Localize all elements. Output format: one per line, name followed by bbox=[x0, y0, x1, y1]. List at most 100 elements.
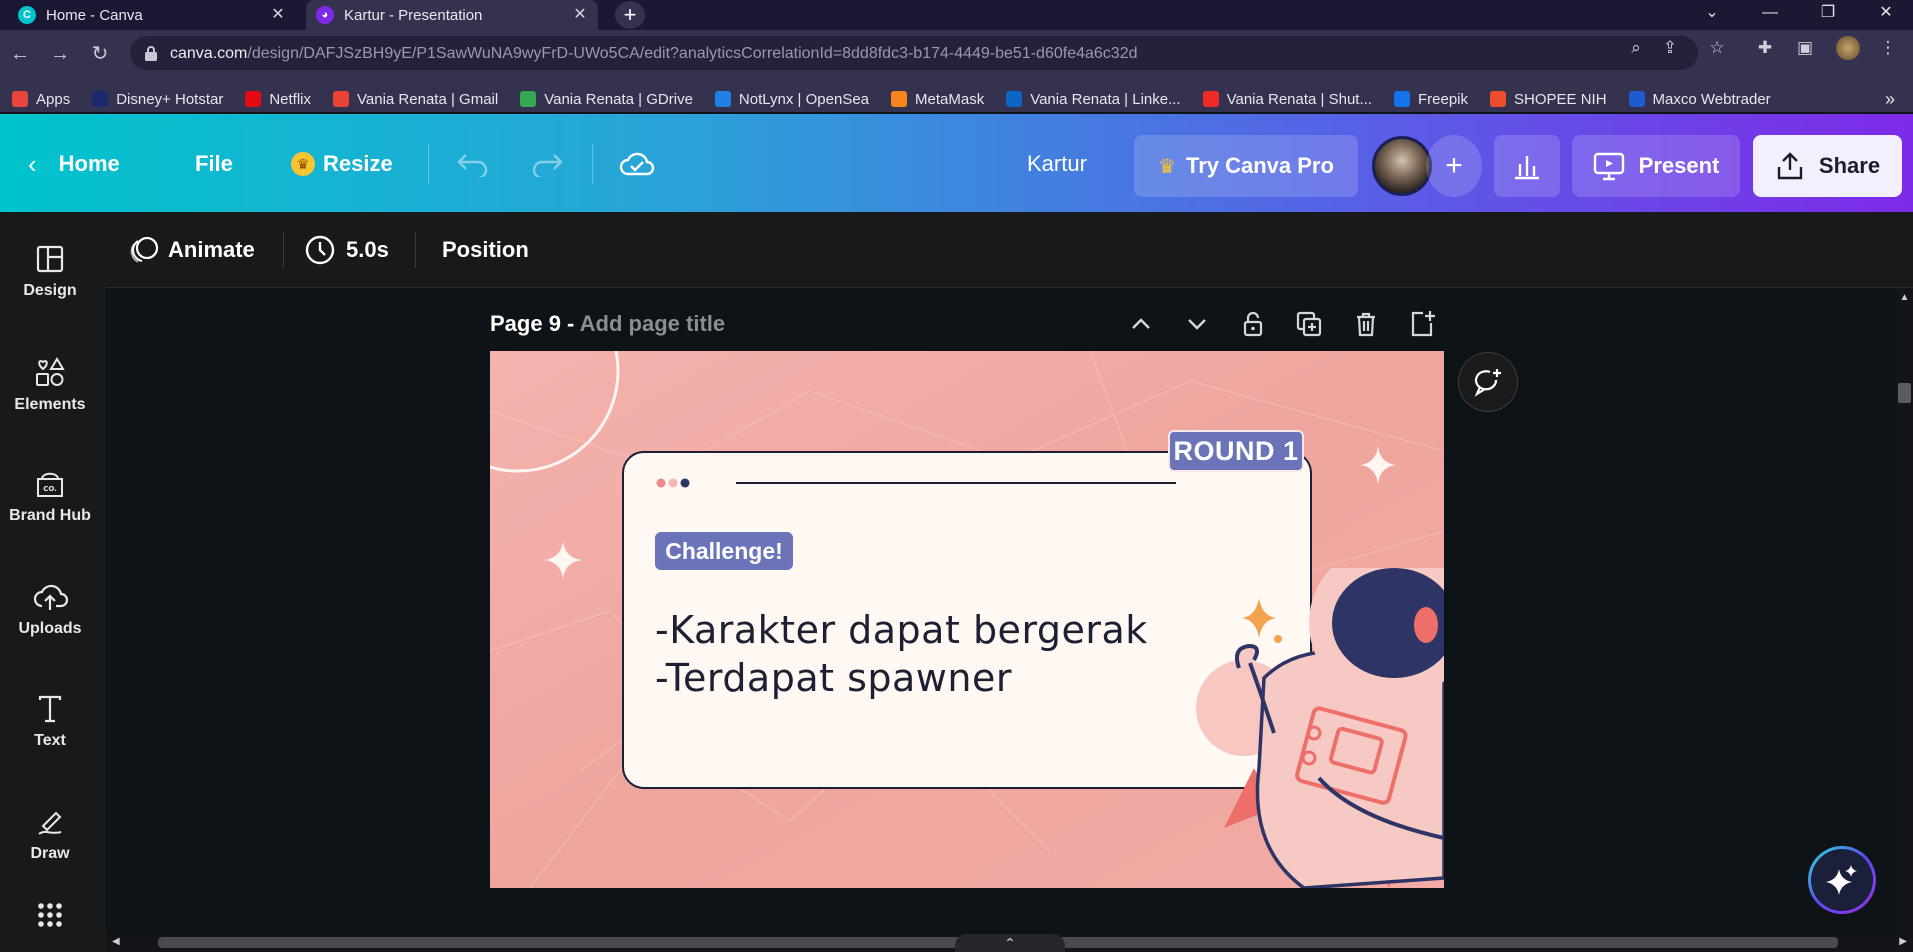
sidebar-item-label: Elements bbox=[14, 396, 86, 413]
bookmark-item[interactable]: Netflix bbox=[245, 91, 311, 108]
divider bbox=[283, 232, 284, 268]
resize-button[interactable]: ♛ Resize bbox=[291, 142, 393, 186]
challenge-line: -Karakter dapat bergerak bbox=[655, 608, 1148, 652]
presentation-favicon-icon: ◕ bbox=[316, 6, 334, 24]
more-bookmarks-icon[interactable]: » bbox=[1885, 86, 1895, 112]
page-panel-toggle[interactable]: ⌃ bbox=[955, 934, 1065, 952]
card-divider-line bbox=[736, 482, 1176, 484]
scroll-up-arrow-icon[interactable]: ▲ bbox=[1896, 292, 1913, 303]
bookmark-favicon-icon bbox=[1490, 91, 1507, 107]
bookmark-label: Netflix bbox=[269, 90, 312, 108]
bookmark-item[interactable]: Vania Renata | Linke... bbox=[1006, 91, 1181, 108]
bookmark-item[interactable]: Freepik bbox=[1393, 91, 1468, 108]
duplicate-page-icon[interactable] bbox=[1294, 309, 1324, 339]
bookmark-item[interactable]: SHOPEE NIH bbox=[1490, 91, 1607, 108]
round-badge[interactable]: ROUND 1 bbox=[1168, 430, 1304, 472]
window-dots-icon bbox=[656, 478, 690, 488]
close-window-button[interactable]: ✕ bbox=[1864, 0, 1908, 28]
try-canva-pro-button[interactable]: ♛ Try Canva Pro bbox=[1134, 135, 1358, 197]
bookmark-favicon-icon bbox=[333, 91, 350, 107]
sidebar-item-text[interactable]: Text bbox=[0, 682, 100, 762]
home-button[interactable]: ‹ Home bbox=[28, 142, 120, 186]
save-status-button[interactable] bbox=[619, 142, 655, 186]
tab-kartur-presentation[interactable]: ◕ Kartur - Presentation ✕ bbox=[306, 0, 598, 30]
slide-canvas[interactable]: ROUND 1 Challenge! -Karakter dapat berge… bbox=[490, 351, 1444, 888]
back-arrow-icon[interactable]: ← bbox=[8, 42, 32, 66]
bookmark-item[interactable]: MetaMask bbox=[891, 91, 984, 108]
sidebar-item-brand-hub[interactable]: CO. Brand Hub bbox=[0, 457, 100, 537]
file-menu-button[interactable]: File bbox=[195, 142, 233, 186]
minimize-button[interactable]: — bbox=[1748, 0, 1792, 28]
scroll-right-arrow-icon[interactable]: ▶ bbox=[1899, 936, 1907, 947]
bookmark-item[interactable]: NotLynx | OpenSea bbox=[714, 90, 870, 108]
bookmark-item[interactable]: Vania Renata | Shut... bbox=[1202, 91, 1372, 108]
insights-button[interactable] bbox=[1494, 135, 1560, 197]
sidebar-item-draw[interactable]: Draw bbox=[0, 795, 100, 875]
user-avatar[interactable] bbox=[1372, 136, 1432, 196]
url-domain: canva.com bbox=[170, 45, 248, 62]
challenge-badge[interactable]: Challenge! bbox=[655, 532, 793, 570]
magic-assistant-button[interactable] bbox=[1808, 846, 1876, 914]
apps-grid-icon bbox=[12, 91, 28, 107]
share-page-icon[interactable]: ⇪ bbox=[1660, 38, 1680, 58]
divider bbox=[415, 232, 416, 268]
restore-button[interactable]: ❐ bbox=[1806, 0, 1850, 28]
page-title[interactable]: Page 9 - Add page title bbox=[490, 311, 725, 337]
reload-icon[interactable]: ↻ bbox=[88, 42, 112, 66]
animate-label: Animate bbox=[168, 237, 255, 262]
bookmark-favicon-icon bbox=[1628, 91, 1645, 107]
url-field[interactable]: canva.com/design/DAFJSzBH9yE/P1SawWuNA9w… bbox=[130, 36, 1698, 70]
chevron-up-icon: ⌃ bbox=[1004, 935, 1016, 951]
profile-avatar[interactable] bbox=[1836, 36, 1860, 60]
trash-icon[interactable] bbox=[1351, 309, 1381, 339]
bookmark-item[interactable]: Vania Renata | Gmail bbox=[333, 91, 498, 108]
sidebar-item-design[interactable]: Design bbox=[0, 232, 100, 312]
vertical-scroll-thumb[interactable] bbox=[1898, 383, 1911, 403]
redo-button[interactable] bbox=[530, 142, 564, 186]
chevron-left-icon: ‹ bbox=[28, 148, 37, 179]
tab-home-canva[interactable]: C Home - Canva ✕ bbox=[8, 0, 296, 30]
bookmark-item[interactable]: Vania Renata | GDrive bbox=[520, 91, 693, 108]
sidebar-item-apps[interactable] bbox=[0, 902, 100, 952]
browser-menu-icon[interactable]: ⋮ bbox=[1878, 38, 1898, 58]
add-page-icon[interactable] bbox=[1407, 309, 1437, 339]
layout-icon bbox=[36, 245, 64, 273]
bookmark-favicon-icon bbox=[1393, 91, 1410, 107]
bookmark-item[interactable]: Apps bbox=[12, 91, 70, 108]
challenge-text[interactable]: -Karakter dapat bergerak -Terdapat spawn… bbox=[655, 606, 1148, 702]
bookmark-item[interactable]: Maxco Webtrader bbox=[1628, 91, 1771, 108]
sidebar-item-elements[interactable]: Elements bbox=[0, 345, 100, 425]
bookmark-star-icon[interactable]: ☆ bbox=[1707, 38, 1727, 58]
lock-open-icon[interactable] bbox=[1238, 309, 1268, 339]
sidebar-item-label: Uploads bbox=[18, 620, 82, 637]
sidebar-item-label: Draw bbox=[30, 845, 70, 862]
position-button[interactable]: Position bbox=[442, 232, 529, 268]
extensions-puzzle-icon[interactable]: ✚ bbox=[1755, 38, 1775, 58]
animate-button[interactable]: Animate bbox=[128, 232, 255, 268]
challenge-line: -Terdapat spawner bbox=[655, 656, 1012, 700]
svg-text:CO.: CO. bbox=[43, 485, 57, 493]
add-collaborator-button[interactable]: + bbox=[1426, 135, 1482, 197]
page-number-label: Page 9 - bbox=[490, 311, 580, 336]
bookmark-item[interactable]: Disney+ Hotstar bbox=[92, 91, 223, 108]
share-button[interactable]: Share bbox=[1753, 135, 1902, 197]
divider bbox=[592, 144, 593, 184]
chevron-up-icon[interactable] bbox=[1126, 309, 1156, 339]
present-button[interactable]: Present bbox=[1572, 135, 1740, 197]
chevron-down-icon[interactable] bbox=[1182, 309, 1212, 339]
page-title-placeholder[interactable]: Add page title bbox=[580, 311, 725, 336]
scroll-left-arrow-icon[interactable]: ◀ bbox=[112, 936, 120, 947]
sidebar-item-uploads[interactable]: Uploads bbox=[0, 570, 100, 650]
forward-arrow-icon[interactable]: → bbox=[48, 42, 72, 66]
add-comment-button[interactable] bbox=[1458, 352, 1518, 412]
undo-button[interactable] bbox=[456, 142, 490, 186]
document-title[interactable]: Kartur bbox=[1027, 142, 1087, 186]
close-tab-icon[interactable]: ✕ bbox=[572, 7, 588, 23]
side-panel-icon[interactable]: ▣ bbox=[1795, 38, 1815, 58]
tab-search-icon[interactable]: ⌄ bbox=[1690, 0, 1734, 28]
zoom-icon[interactable]: ⌕ bbox=[1626, 38, 1646, 58]
new-tab-button[interactable]: + bbox=[615, 1, 645, 29]
close-tab-icon[interactable]: ✕ bbox=[270, 7, 286, 23]
bookmark-label: NotLynx | OpenSea bbox=[738, 90, 870, 108]
duration-button[interactable]: 5.0s bbox=[304, 232, 389, 268]
